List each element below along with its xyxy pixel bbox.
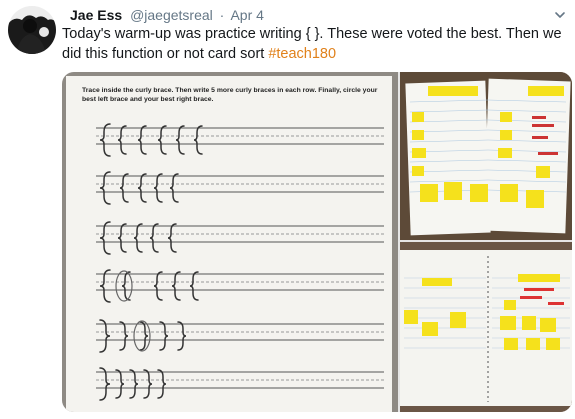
photo-notebook-top[interactable] bbox=[400, 72, 572, 240]
avatar-silhouette-icon bbox=[8, 6, 56, 54]
notebook-card-sort-image bbox=[400, 72, 572, 240]
separator-dot: · bbox=[219, 7, 225, 23]
chevron-down-icon[interactable] bbox=[553, 8, 567, 22]
notebook-function-sort-image bbox=[400, 242, 572, 412]
hashtag-link[interactable]: #teach180 bbox=[268, 46, 336, 62]
tweet-header: Jae Ess @jaegetsreal · Apr 4 bbox=[70, 6, 264, 24]
photo-worksheet[interactable]: Trace inside the curly brace. Then write… bbox=[62, 72, 398, 412]
media-grid: Trace inside the curly brace. Then write… bbox=[62, 72, 572, 412]
worksheet-handwriting-image bbox=[96, 123, 384, 401]
worksheet-paper: Trace inside the curly brace. Then write… bbox=[66, 76, 392, 412]
photo-notebook-bottom[interactable] bbox=[400, 242, 572, 412]
author-name[interactable]: Jae Ess bbox=[70, 7, 122, 23]
tweet: Jae Ess @jaegetsreal · Apr 4 Today's war… bbox=[0, 0, 575, 419]
avatar[interactable] bbox=[8, 6, 56, 54]
tweet-text: Today's warm-up was practice writing { }… bbox=[62, 24, 568, 64]
author-handle[interactable]: @jaegetsreal bbox=[130, 7, 213, 23]
tweet-timestamp[interactable]: Apr 4 bbox=[230, 7, 263, 23]
